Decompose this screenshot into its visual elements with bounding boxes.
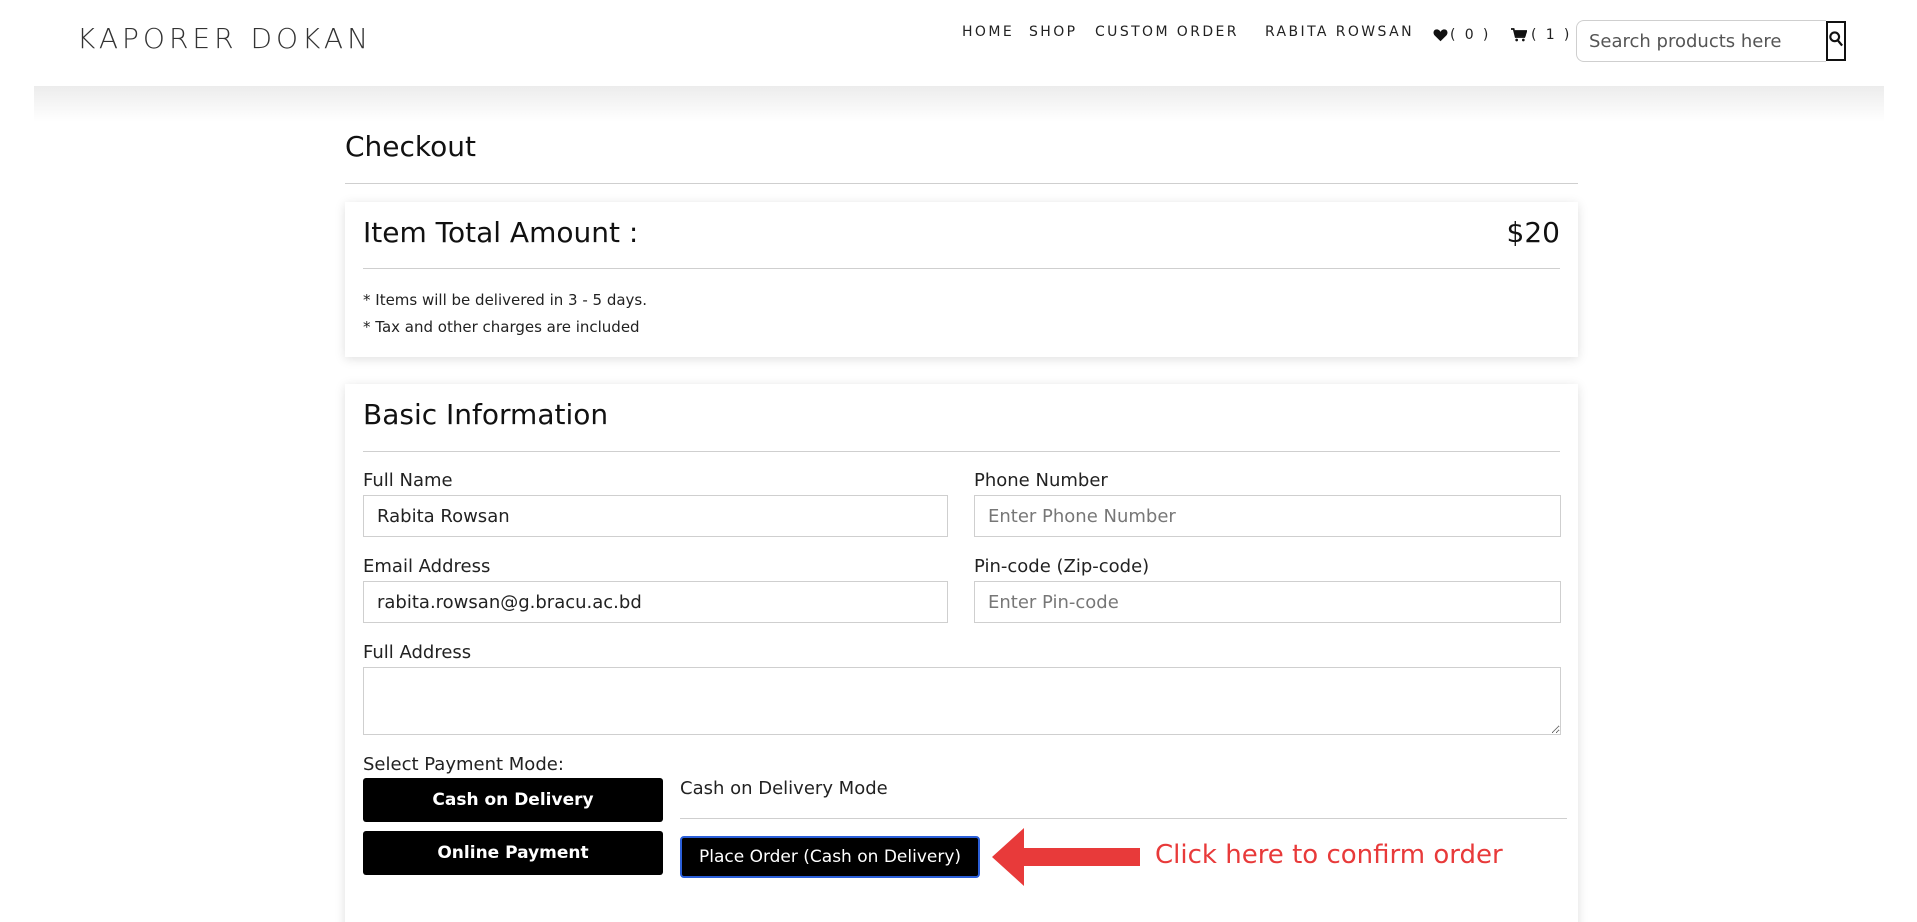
nav-wishlist[interactable]: ( 0 ) [1433,24,1491,46]
search-icon [1829,31,1843,51]
brand-logo[interactable]: KAPORER DOKAN [77,22,372,55]
nav-home[interactable]: HOME [962,24,1014,46]
navbar-shadow [34,86,1884,122]
payment-mode-divider [680,818,1567,819]
order-total-card: Item Total Amount : $20 * Items will be … [345,202,1578,357]
payment-mode-title: Cash on Delivery Mode [680,778,888,799]
pin-code-label: Pin-code (Zip-code) [974,556,1150,577]
cash-on-delivery-button[interactable]: Cash on Delivery [363,778,663,822]
wishlist-count: ( 0 ) [1450,27,1491,43]
payment-mode-label: Select Payment Mode: [363,754,564,775]
section-divider [363,451,1560,452]
email-field[interactable] [363,581,948,623]
phone-label: Phone Number [974,470,1108,491]
online-payment-button[interactable]: Online Payment [363,831,663,875]
pin-code-field[interactable] [974,581,1561,623]
top-navbar: KAPORER DOKAN HOME SHOP CUSTOM ORDER RAB… [0,0,1917,86]
annotation-text: Click here to confirm order [1155,840,1503,870]
heart-icon [1433,28,1448,42]
annotation-arrow-icon [992,826,1142,892]
title-divider [345,183,1578,184]
cart-icon [1511,28,1527,42]
delivery-note: * Items will be delivered in 3 - 5 days. [363,291,648,309]
total-amount: $20 [1506,216,1560,249]
email-label: Email Address [363,556,491,577]
search-bar [1576,20,1846,62]
search-button[interactable] [1826,21,1846,61]
address-label: Full Address [363,642,472,663]
address-field[interactable] [363,667,1561,735]
tax-note: * Tax and other charges are included [363,318,640,336]
page-title: Checkout [345,130,476,163]
nav-cart[interactable]: ( 1 ) [1511,24,1572,46]
cart-count: ( 1 ) [1531,27,1572,43]
nav-shop[interactable]: SHOP [1029,24,1077,46]
section-title: Basic Information [363,398,609,431]
place-order-button[interactable]: Place Order (Cash on Delivery) [680,836,980,878]
total-divider [363,268,1560,269]
phone-field[interactable] [974,495,1561,537]
total-label: Item Total Amount : [363,216,639,249]
full-name-field[interactable] [363,495,948,537]
nav-custom-order[interactable]: CUSTOM ORDER [1095,24,1239,46]
search-input[interactable] [1576,20,1826,62]
full-name-label: Full Name [363,470,453,491]
nav-user-account[interactable]: RABITA ROWSAN [1265,24,1414,46]
